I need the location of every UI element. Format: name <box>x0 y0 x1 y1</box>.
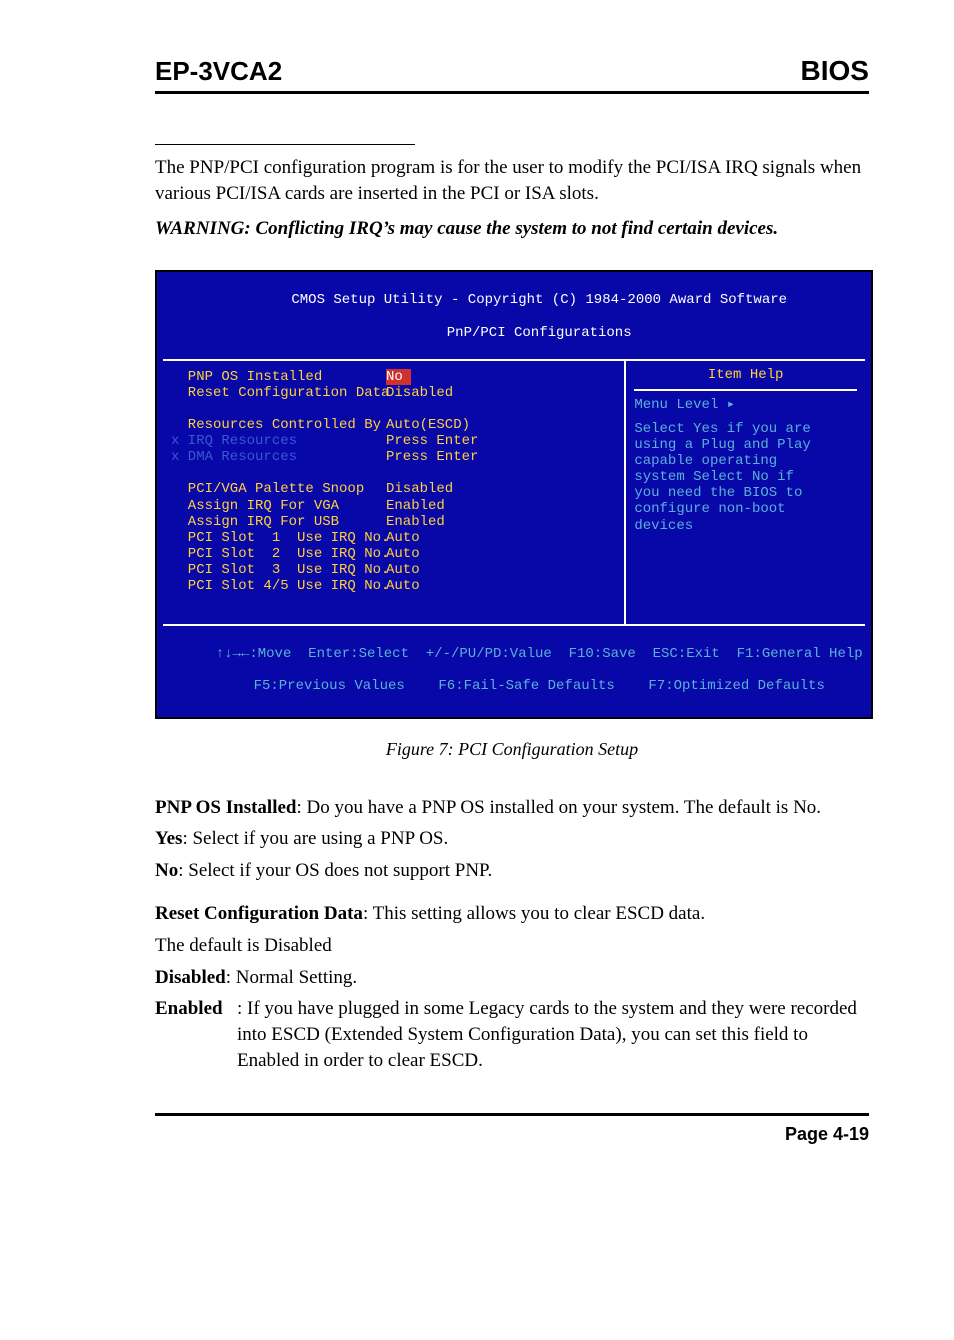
bios-footer-line1: ↑↓→←:Move Enter:Select +/-/PU/PD:Value F… <box>216 646 863 662</box>
bios-row-label: PCI Slot 2 Use IRQ No. <box>171 546 386 562</box>
bios-row-label: Assign IRQ For VGA <box>171 498 386 514</box>
header-left: EP-3VCA2 <box>155 56 282 87</box>
disabled-body: : Normal Setting. <box>226 967 357 988</box>
bios-footer-line2: F5:Previous Values F6:Fail-Safe Defaults… <box>254 678 825 694</box>
no-label: No <box>155 860 178 881</box>
bios-row-label: PCI/VGA Palette Snoop <box>171 481 386 497</box>
bios-row[interactable]: x IRQ ResourcesPress Enter <box>171 433 616 449</box>
reset-body: : This setting allows you to clear ESCD … <box>363 903 705 924</box>
bios-row[interactable]: PCI Slot 1 Use IRQ No.Auto <box>171 530 616 546</box>
pnp-title: PNP OS Installed <box>155 797 296 818</box>
bios-row-value: Disabled <box>386 481 453 497</box>
bios-row[interactable] <box>171 401 616 417</box>
bios-row[interactable]: Resources Controlled ByAuto(ESCD) <box>171 417 616 433</box>
enabled-label: Enabled <box>155 996 237 1022</box>
bios-row-label: PCI Slot 1 Use IRQ No. <box>171 530 386 546</box>
bios-row-label: Resources Controlled By <box>171 417 386 433</box>
bios-row[interactable]: Assign IRQ For USBEnabled <box>171 514 616 530</box>
bios-row-value: Disabled <box>386 385 453 401</box>
bios-row-value: Auto <box>386 562 420 578</box>
bios-row-value: Enabled <box>386 514 445 530</box>
pnp-body: : Do you have a PNP OS installed on your… <box>296 797 821 818</box>
bios-title: CMOS Setup Utility - Copyright (C) 1984-… <box>157 272 871 358</box>
bios-title-line2: PnP/PCI Configurations <box>447 325 632 341</box>
bios-row-label: PCI Slot 3 Use IRQ No. <box>171 562 386 578</box>
bios-row-value: Auto <box>386 546 420 562</box>
bios-title-line1: CMOS Setup Utility - Copyright (C) 1984-… <box>291 292 787 308</box>
disabled-label: Disabled <box>155 967 226 988</box>
intro-text: The PNP/PCI configuration program is for… <box>155 155 869 206</box>
bios-row[interactable]: PCI Slot 3 Use IRQ No.Auto <box>171 562 616 578</box>
bios-row[interactable] <box>171 465 616 481</box>
bios-row-value: Auto <box>386 530 420 546</box>
no-body: : Select if your OS does not support PNP… <box>178 860 492 881</box>
bios-row-value: No <box>386 369 411 385</box>
reset-default: The default is Disabled <box>155 933 869 959</box>
figure-caption: Figure 7: PCI Configuration Setup <box>155 739 869 760</box>
bios-row-label <box>171 465 386 481</box>
bios-row[interactable]: PCI/VGA Palette SnoopDisabled <box>171 481 616 497</box>
bios-row-label: PNP OS Installed <box>171 369 386 385</box>
bios-settings-column: PNP OS InstalledNo Reset Configuration D… <box>163 361 626 624</box>
header-right: BIOS <box>801 55 869 87</box>
section-rule <box>155 144 415 145</box>
bios-row-label <box>171 401 386 417</box>
bios-help-column: Item Help Menu Level ▸ Select Yes if you… <box>626 361 865 624</box>
bios-row-label: x IRQ Resources <box>171 433 386 449</box>
page-header: EP-3VCA2 BIOS <box>155 55 869 94</box>
bios-footer: ↑↓→←:Move Enter:Select +/-/PU/PD:Value F… <box>157 626 871 716</box>
bios-row[interactable]: x DMA ResourcesPress Enter <box>171 449 616 465</box>
enabled-body: : If you have plugged in some Legacy car… <box>237 998 857 1070</box>
bios-row-label: Assign IRQ For USB <box>171 514 386 530</box>
reset-title: Reset Configuration Data <box>155 903 363 924</box>
menu-level: Menu Level ▸ <box>634 397 857 413</box>
bios-row[interactable]: PCI Slot 2 Use IRQ No.Auto <box>171 546 616 562</box>
bios-row-value: Auto(ESCD) <box>386 417 470 433</box>
page-footer: Page 4-19 <box>155 1113 869 1145</box>
bios-row-value: Press Enter <box>386 433 478 449</box>
bios-row[interactable]: Reset Configuration DataDisabled <box>171 385 616 401</box>
bios-row-value: Auto <box>386 578 420 594</box>
bios-row[interactable]: PCI Slot 4/5 Use IRQ No.Auto <box>171 578 616 594</box>
page-number: Page 4-19 <box>785 1124 869 1144</box>
bios-row-label: Reset Configuration Data <box>171 385 386 401</box>
help-text: Select Yes if you are using a Plug and P… <box>634 421 857 534</box>
bios-row-value: Press Enter <box>386 449 478 465</box>
yes-body: : Select if you are using a PNP OS. <box>182 828 448 849</box>
warning-text: WARNING: Conflicting IRQ’s may cause the… <box>155 218 869 240</box>
bios-row-label: PCI Slot 4/5 Use IRQ No. <box>171 578 386 594</box>
bios-row-value: Enabled <box>386 498 445 514</box>
bios-row-label: x DMA Resources <box>171 449 386 465</box>
bios-row[interactable]: PNP OS InstalledNo <box>171 369 616 385</box>
yes-label: Yes <box>155 828 182 849</box>
bios-screen: CMOS Setup Utility - Copyright (C) 1984-… <box>155 270 873 718</box>
descriptions: PNP OS Installed: Do you have a PNP OS i… <box>155 795 869 1074</box>
item-help-title: Item Help <box>634 361 857 391</box>
bios-row[interactable]: Assign IRQ For VGAEnabled <box>171 498 616 514</box>
